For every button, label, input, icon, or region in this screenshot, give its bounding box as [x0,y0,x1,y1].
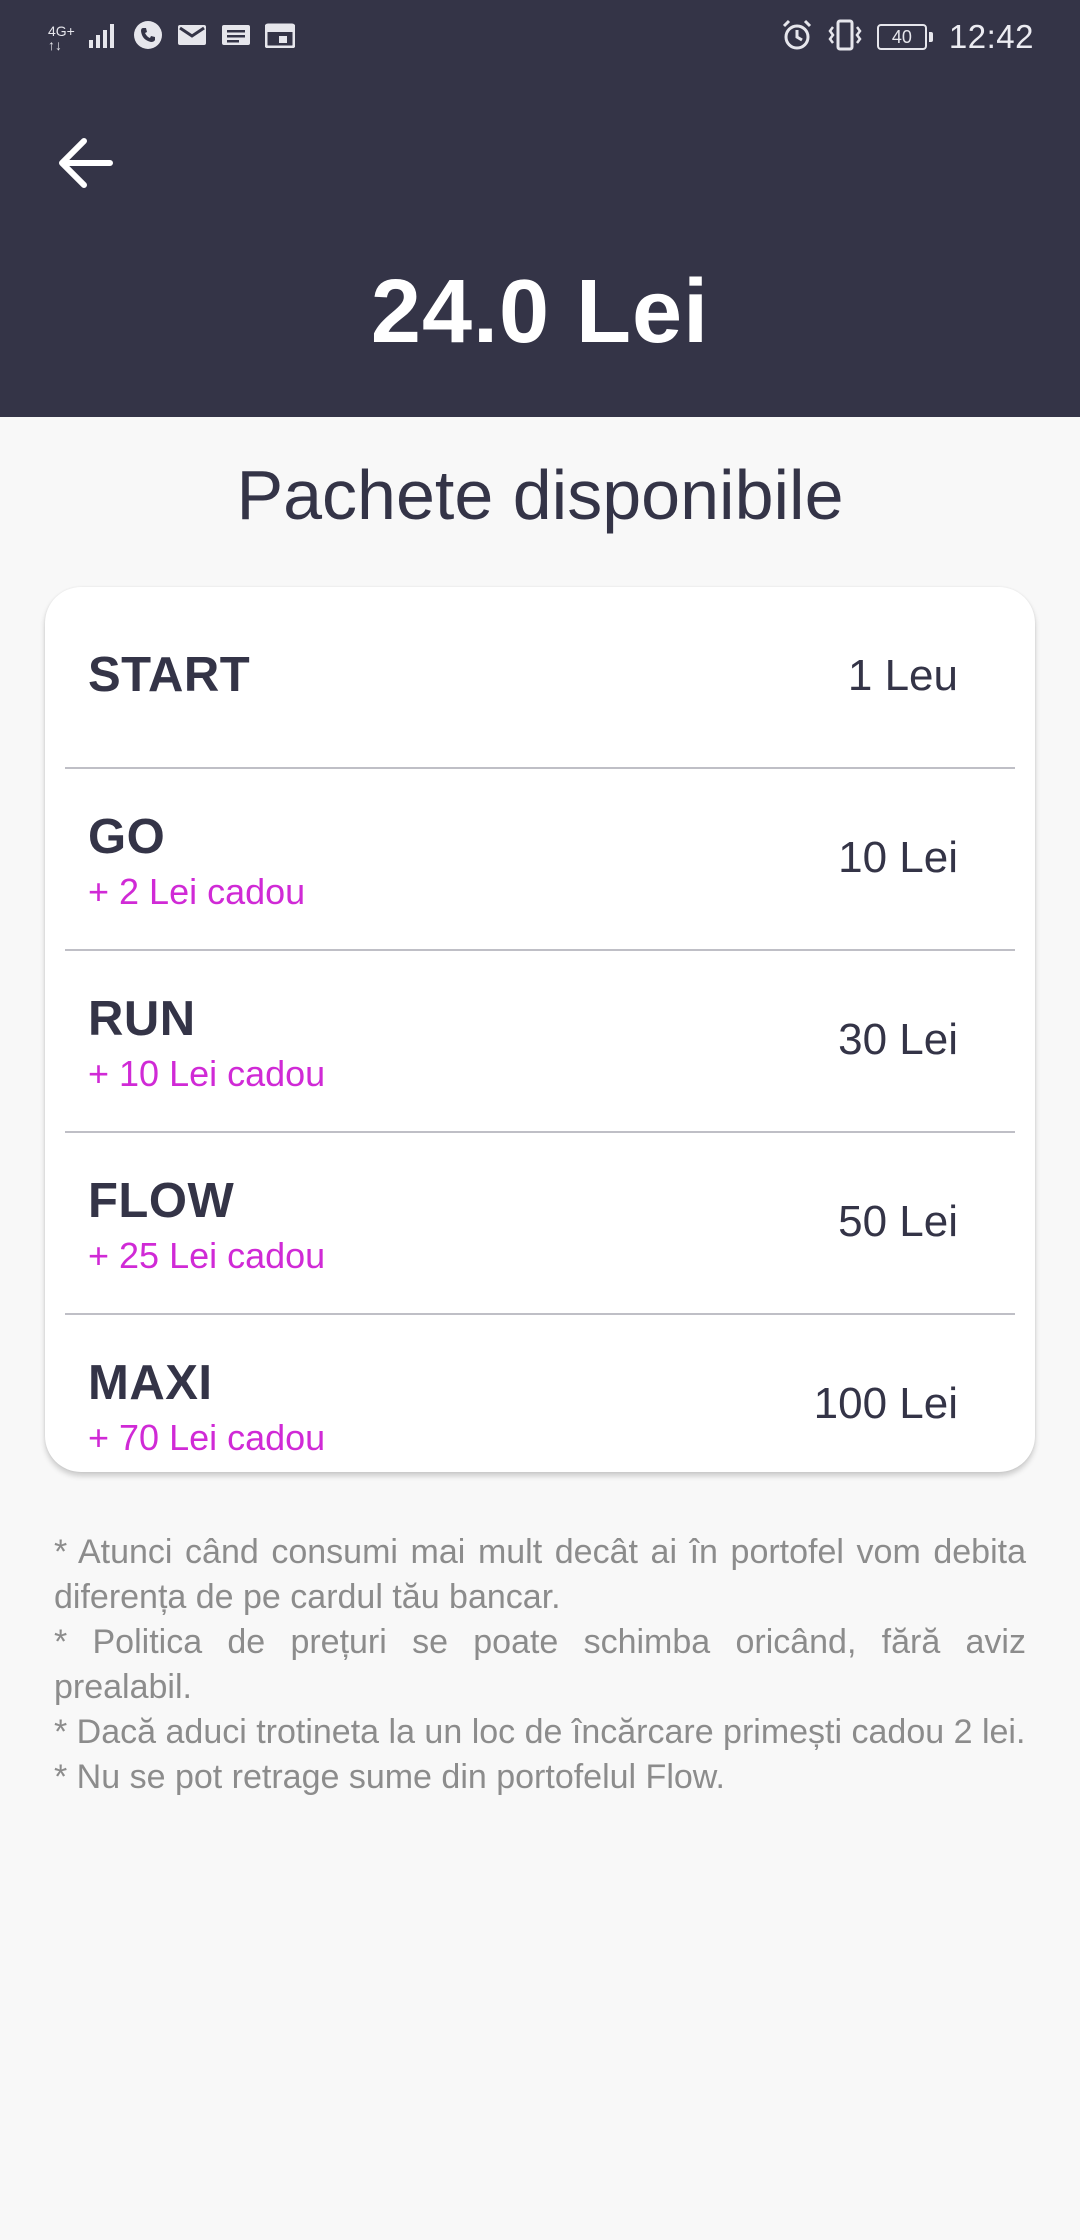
wallet-balance: 24.0 Lei [370,262,710,362]
package-price: 100 Lei [813,1379,958,1428]
packages-title: Pachete disponibile [236,456,844,534]
battery-level: 40 [891,26,912,47]
back-button[interactable] [50,132,120,198]
note-line: * Dacă aduci trotineta la un loc de încă… [54,1713,1026,1751]
package-row-flow[interactable]: FLOW + 25 Lei cadou 50 Lei [65,1133,1015,1315]
package-price: 1 Leu [847,651,958,700]
phone-icon [133,20,163,55]
package-gift: + 2 Lei cadou [88,871,306,912]
package-name: MAXI [88,1356,213,1410]
status-left: 4G+ ↑↓ [48,20,296,55]
status-right: 40 12:42 [781,18,1034,56]
alarm-icon [781,19,813,56]
package-price: 50 Lei [838,1197,958,1246]
arrow-left-icon [56,137,114,194]
package-row-run[interactable]: RUN + 10 Lei cadou 30 Lei [65,951,1015,1133]
packages-card: START 1 Leu GO + 2 Lei cadou 10 Lei RUN … [45,587,1035,1472]
mail-icon [177,23,207,52]
package-row-maxi[interactable]: MAXI + 70 Lei cadou 100 Lei [65,1315,1015,1465]
note-line: * Politica de prețuri se poate schimba o… [54,1623,1026,1706]
package-price: 10 Lei [838,833,958,882]
calendar-icon [264,22,296,53]
package-name: RUN [88,992,196,1046]
package-name: FLOW [88,1174,235,1228]
package-gift: + 70 Lei cadou [88,1417,326,1458]
note-line: * Nu se pot retrage sume din portofelul … [54,1758,725,1796]
battery-icon: 40 [876,24,933,50]
package-row-go[interactable]: GO + 2 Lei cadou 10 Lei [65,769,1015,951]
package-name: START [88,648,251,702]
package-price: 30 Lei [838,1015,958,1064]
package-gift: + 10 Lei cadou [88,1053,326,1094]
network-type-label: 4G+ ↑↓ [48,24,75,52]
network-type-top: 4G+ [48,22,75,39]
vibrate-icon [827,19,863,56]
note-line: * Atunci când consumi mai mult decât ai … [54,1533,1026,1616]
package-name: GO [88,810,166,864]
status-bar: 4G+ ↑↓ 40 12:42 [0,0,1080,80]
status-time: 12:42 [948,18,1034,55]
message-icon [221,23,251,52]
pricing-notes: * Atunci când consumi mai mult decât ai … [54,1530,1026,1800]
header: 4G+ ↑↓ 40 12:42 24.0 Lei [0,0,1080,417]
signal-icon [88,22,119,53]
network-type-bottom: ↑↓ [48,36,62,53]
package-gift: + 25 Lei cadou [88,1235,326,1276]
package-row-start[interactable]: START 1 Leu [65,587,1015,769]
